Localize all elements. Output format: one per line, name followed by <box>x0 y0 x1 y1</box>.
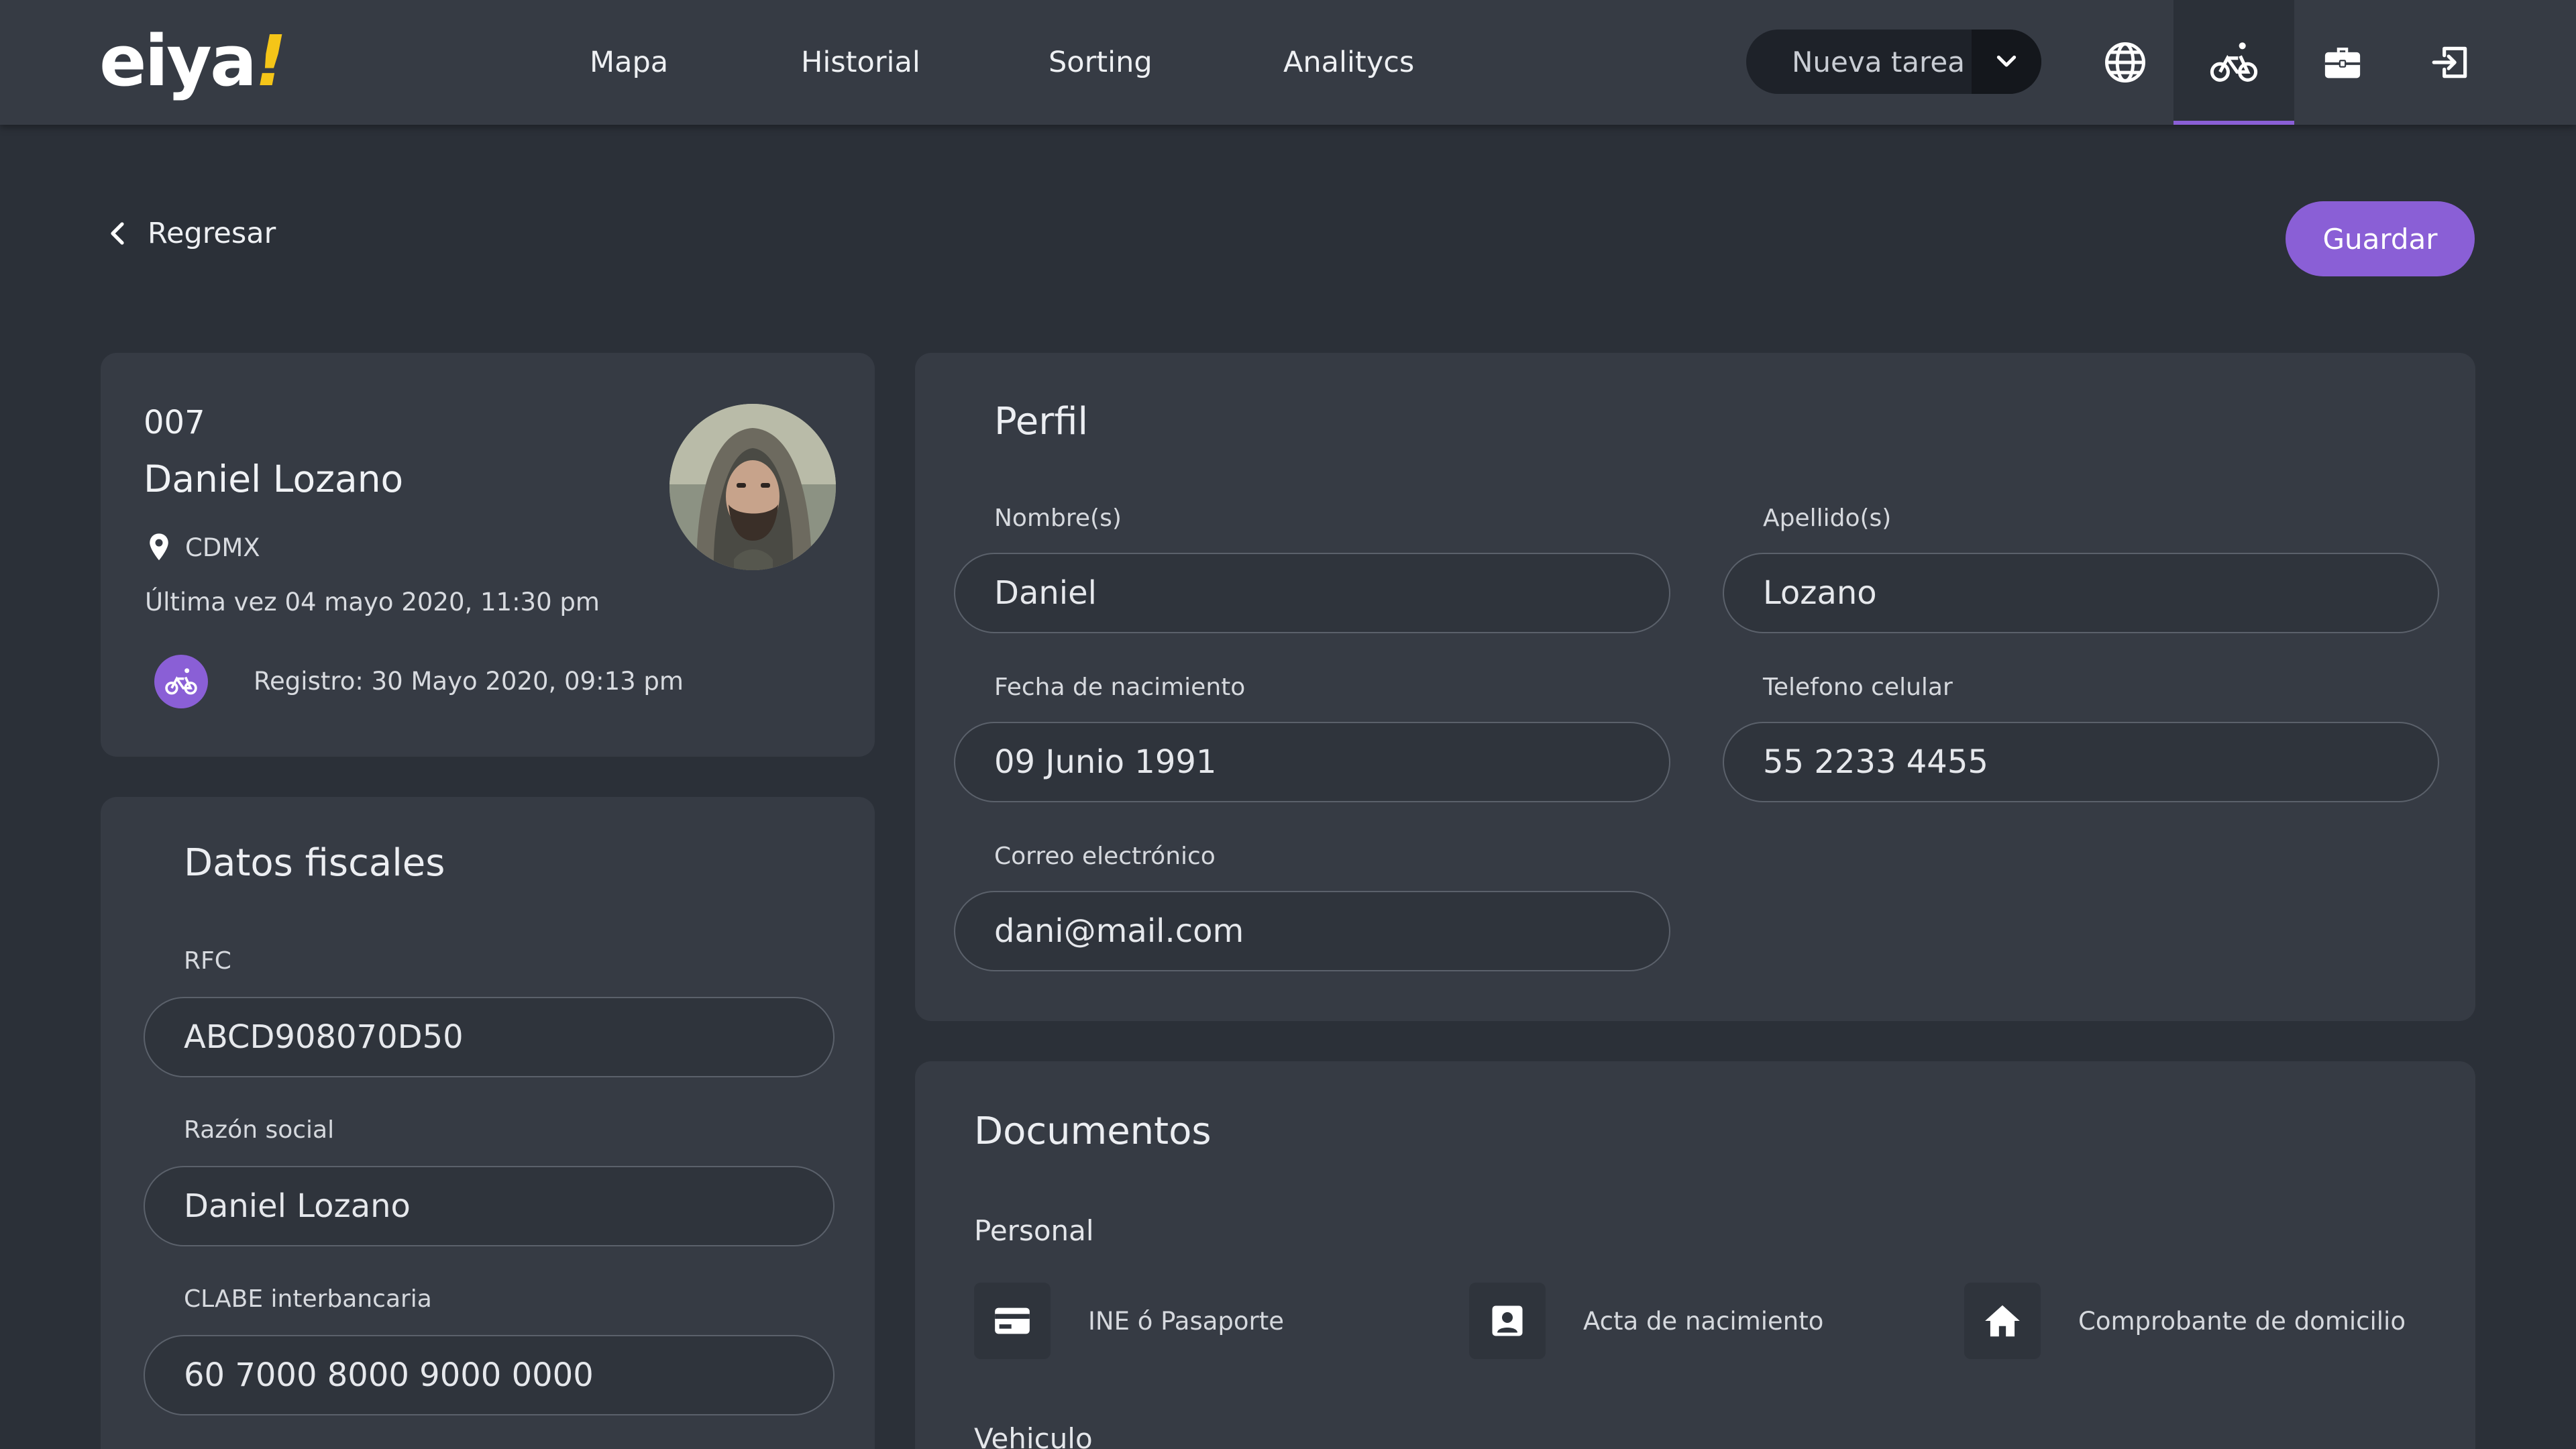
profile-form-card: Perfil Nombre(s) Daniel Apellido(s) Loza… <box>915 353 2475 1021</box>
rfc-field[interactable]: ABCD908070D50 <box>144 997 835 1077</box>
last-seen-text: Última vez 04 mayo 2020, 11:30 pm <box>145 588 600 616</box>
document-label: Acta de nacimiento <box>1583 1306 1824 1336</box>
document-label: Comprobante de domicilio <box>2078 1306 2406 1336</box>
nombre-label: Nombre(s) <box>994 504 1122 532</box>
registration-text: Registro: 30 Mayo 2020, 09:13 pm <box>254 667 684 696</box>
bike-badge-icon <box>154 655 208 708</box>
fiscal-data-card: Datos fiscales RFC ABCD908070D50 Razón s… <box>101 797 875 1449</box>
vehiculo-subtitle: Vehiculo <box>974 1422 1093 1449</box>
location-label: CDMX <box>185 533 260 562</box>
logo-text: eiya <box>99 20 257 102</box>
active-tab-indicator <box>2174 121 2294 125</box>
telefono-field[interactable]: 55 2233 4455 <box>1723 722 2439 802</box>
courier-name: Daniel Lozano <box>144 458 404 500</box>
nav-item-mapa[interactable]: Mapa <box>590 0 668 125</box>
nombre-field[interactable]: Daniel <box>954 553 1670 633</box>
home-icon <box>1964 1283 2041 1359</box>
bike-icon[interactable] <box>2174 0 2294 125</box>
logout-icon[interactable] <box>2391 0 2512 125</box>
chevron-left-icon <box>111 222 124 245</box>
save-button[interactable]: Guardar <box>2286 201 2475 276</box>
logo-mark: ! <box>255 20 286 102</box>
back-button[interactable]: Regresar <box>107 209 276 258</box>
new-task-label: Nueva tarea <box>1792 45 1965 78</box>
documentos-title: Documentos <box>974 1110 1212 1153</box>
telefono-label: Telefono celular <box>1763 674 1953 701</box>
document-item-ine[interactable]: INE ó Pasaporte <box>974 1283 1284 1359</box>
globe-icon[interactable] <box>2065 0 2186 125</box>
razon-social-field[interactable]: Daniel Lozano <box>144 1166 835 1246</box>
avatar <box>669 404 836 570</box>
clabe-label: CLABE interbancaria <box>184 1285 432 1313</box>
chevron-down-icon[interactable] <box>1972 30 2041 94</box>
profile-summary-card: 007 Daniel Lozano CDMX Última vez 04 may… <box>101 353 875 757</box>
fiscal-title: Datos fiscales <box>184 841 445 885</box>
document-label: INE ó Pasaporte <box>1088 1306 1285 1336</box>
correo-label: Correo electrónico <box>994 843 1216 870</box>
personal-subtitle: Personal <box>974 1214 1094 1247</box>
clabe-field[interactable]: 60 7000 8000 9000 0000 <box>144 1335 835 1415</box>
new-task-dropdown[interactable]: Nueva tarea <box>1746 30 2041 94</box>
document-item-comprobante[interactable]: Comprobante de domicilio <box>1964 1283 2406 1359</box>
fecha-nacimiento-field[interactable]: 09 Junio 1991 <box>954 722 1670 802</box>
briefcase-icon[interactable] <box>2282 0 2403 125</box>
location-pin-icon <box>150 533 168 561</box>
rfc-label: RFC <box>184 947 231 975</box>
apellido-label: Apellido(s) <box>1763 504 1892 532</box>
fecha-nacimiento-label: Fecha de nacimiento <box>994 674 1246 701</box>
id-card-icon <box>1469 1283 1546 1359</box>
nav-item-sorting[interactable]: Sorting <box>1049 0 1152 125</box>
correo-field[interactable]: dani@mail.com <box>954 891 1670 971</box>
perfil-title: Perfil <box>994 400 1089 443</box>
top-navigation-bar: eiya! Mapa Historial Sorting Analitycs N… <box>0 0 2576 125</box>
brand-logo[interactable]: eiya! <box>99 17 287 105</box>
document-item-acta[interactable]: Acta de nacimiento <box>1469 1283 1823 1359</box>
nav-item-analitycs[interactable]: Analitycs <box>1283 0 1414 125</box>
razon-social-label: Razón social <box>184 1116 335 1144</box>
credit-card-icon <box>974 1283 1051 1359</box>
courier-id: 007 <box>144 404 205 441</box>
nav-item-historial[interactable]: Historial <box>801 0 920 125</box>
location-row: CDMX <box>148 533 260 562</box>
back-label: Regresar <box>148 217 276 250</box>
apellido-field[interactable]: Lozano <box>1723 553 2439 633</box>
documents-card: Documentos Personal INE ó Pasaporte Acta… <box>915 1061 2475 1449</box>
